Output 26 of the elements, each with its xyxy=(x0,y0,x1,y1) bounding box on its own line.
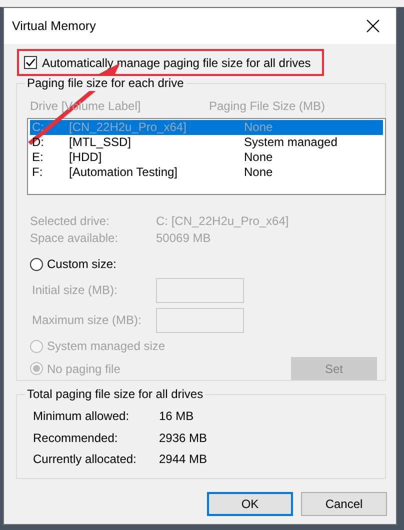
ok-button[interactable]: OK xyxy=(207,492,293,516)
field-label: Space available: xyxy=(30,230,120,247)
cancel-button[interactable]: Cancel xyxy=(301,492,387,516)
field-label: Maximum size (MB): xyxy=(32,312,142,329)
input-field[interactable] xyxy=(156,308,244,332)
column-header: Paging File Size (MB) xyxy=(209,98,326,114)
window-title: Virtual Memory xyxy=(12,18,96,35)
checkbox-label: Automatically manage paging file size for all drives xyxy=(42,54,311,72)
radio-label: Custom size: xyxy=(47,256,116,273)
group-legend: Paging file size for each drive xyxy=(25,76,186,91)
field-label: Initial size (MB): xyxy=(32,282,118,299)
field-value: 2944 MB xyxy=(159,451,208,468)
checkbox[interactable] xyxy=(24,56,37,69)
field-label: Minimum allowed: xyxy=(33,408,130,425)
radio-label: System managed size xyxy=(47,338,166,355)
field-label: Recommended: xyxy=(33,430,119,446)
field-value: 2936 MB xyxy=(159,430,208,446)
input-field[interactable] xyxy=(156,278,244,302)
field-value: 50069 MB xyxy=(156,230,212,247)
field-label: Selected drive: xyxy=(30,213,110,230)
close-icon xyxy=(366,19,380,33)
group-legend: Total paging file size for all drives xyxy=(25,387,206,402)
field-label: Currently allocated: xyxy=(33,451,138,468)
field-value: 16 MB xyxy=(159,408,195,425)
field-value: C: [CN_22H2u_Pro_x64] xyxy=(156,213,290,230)
radio-label: No paging file xyxy=(47,360,120,378)
